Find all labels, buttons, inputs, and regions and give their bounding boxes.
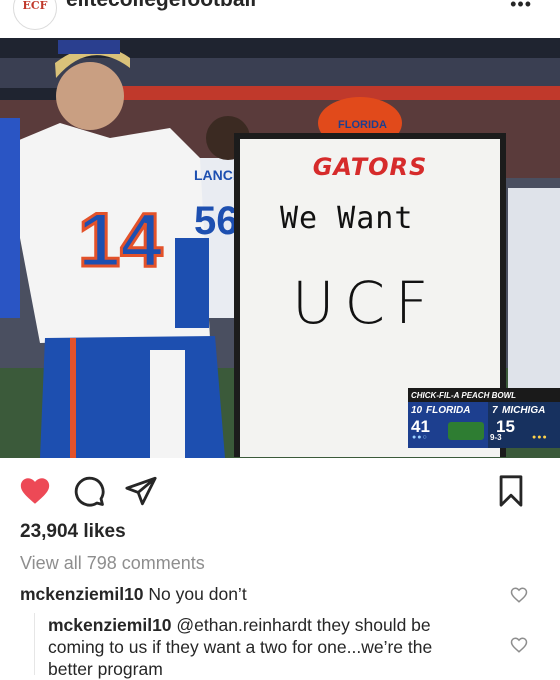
heart-filled-icon[interactable] — [18, 474, 52, 508]
whiteboard-line-2: UCF — [292, 269, 439, 337]
helmet-text: FLORIDA — [338, 119, 387, 131]
score-bug-meta: 9-3 — [490, 433, 502, 442]
comment-like-heart-icon[interactable] — [510, 636, 528, 654]
timeouts-right: ●●● — [532, 434, 548, 441]
avatar-logo-text: ECF — [22, 0, 48, 12]
avatar[interactable]: ECF — [13, 0, 57, 30]
comment-mention[interactable]: @ethan.reinhardt — [176, 615, 312, 635]
comment-like-heart-icon[interactable] — [510, 586, 528, 604]
team-left-name: FLORIDA — [426, 405, 471, 416]
whiteboard-line-1: We Want — [280, 201, 414, 236]
post-header: ECF elitecollegefootball ••• — [0, 0, 560, 38]
timeouts-left: ●●○ — [412, 434, 428, 441]
score-bug-left: 10 FLORIDA 41 — [408, 402, 488, 448]
score-bug-title: CHICK-FIL-A PEACH BOWL — [408, 388, 560, 402]
comment-username[interactable]: mckenziemil10 — [48, 615, 172, 635]
team-left-rank: 10 — [411, 405, 423, 416]
view-all-comments-link[interactable]: View all 798 comments — [20, 553, 205, 574]
likes-count[interactable]: 23,904 likes — [20, 521, 126, 543]
post-username[interactable]: elitecollegefootball — [66, 0, 256, 12]
whiteboard-header: GATORS — [312, 153, 428, 181]
comment-icon[interactable] — [72, 474, 106, 508]
reply-thread-line — [34, 613, 35, 675]
more-options-icon[interactable]: ••• — [510, 0, 532, 15]
jersey-number: 14 — [78, 198, 163, 283]
comment-reply-item: mckenziemil10 @ethan.reinhardt they shou… — [48, 614, 468, 680]
comment-text: No you don’t — [148, 584, 247, 604]
send-icon[interactable] — [124, 474, 158, 508]
team-right-rank: 7 — [492, 405, 498, 416]
comment-item: mckenziemil10 No you don’t — [20, 583, 490, 605]
action-bar — [0, 458, 560, 520]
bookmark-icon[interactable] — [494, 474, 528, 508]
comment-username[interactable]: mckenziemil10 — [20, 584, 144, 604]
background-player-number: 56 — [194, 199, 239, 243]
score-bug: CHICK-FIL-A PEACH BOWL 10 FLORIDA 41 7 M… — [408, 388, 560, 448]
team-right-name: MICHIGA — [502, 405, 546, 416]
gator-logo-icon — [448, 422, 484, 440]
